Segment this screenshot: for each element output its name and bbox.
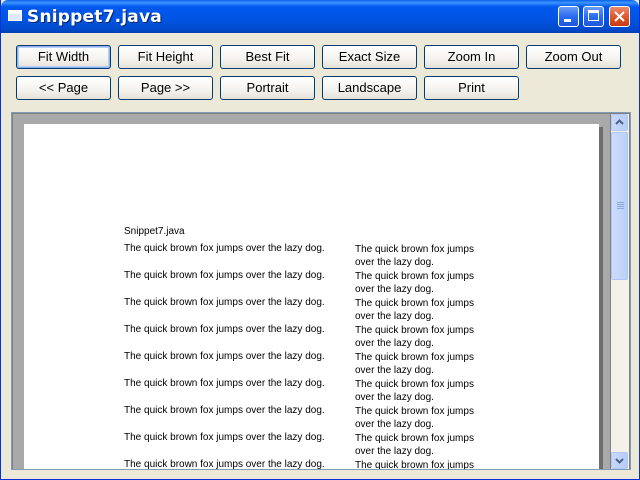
document-line-right: The quick brown fox jumps over the lazy d… <box>355 297 490 323</box>
zoom-out-button[interactable]: Zoom Out <box>526 45 621 69</box>
minimize-button[interactable] <box>558 6 579 27</box>
document-line-right-first: The quick brown fox jumps <box>355 244 474 255</box>
app-window: Snippet7.java Fit Width Fit Height Best … <box>0 0 640 480</box>
window-title: Snippet7.java <box>27 7 162 27</box>
document-line-right-first: The quick brown fox jumps <box>355 352 474 363</box>
best-fit-button[interactable]: Best Fit <box>220 45 315 69</box>
document-line-left: The quick brown fox jumps over the lazy … <box>124 432 325 443</box>
document-line-right-first: The quick brown fox jumps <box>355 379 474 390</box>
chevron-up-icon <box>615 119 624 125</box>
document-line-left: The quick brown fox jumps over the lazy … <box>124 243 325 254</box>
document-line-right-first: The quick brown fox jumps <box>355 298 474 309</box>
document-line-right-second: over the lazy dog. <box>355 365 434 376</box>
grip-line <box>617 204 624 205</box>
close-icon <box>614 11 625 22</box>
document-line-right-second: over the lazy dog. <box>355 419 434 430</box>
document-line-left: The quick brown fox jumps over the lazy … <box>124 351 325 362</box>
document-line-left: The quick brown fox jumps over the lazy … <box>124 270 325 281</box>
scroll-up-button[interactable] <box>611 114 628 131</box>
scroll-thumb[interactable] <box>611 132 628 280</box>
window-icon <box>8 10 22 21</box>
document-line-right-second: over the lazy dog. <box>355 446 434 457</box>
document-line-right-second: over the lazy dog. <box>355 257 434 268</box>
document-line-left: The quick brown fox jumps over the lazy … <box>124 324 325 335</box>
document-line-right-first: The quick brown fox jumps <box>355 271 474 282</box>
preview-canvas: Snippet7.java The quick brown fox jumps … <box>13 114 610 470</box>
document-line-right-second: over the lazy dog. <box>355 311 434 322</box>
document-line-right-first: The quick brown fox jumps <box>355 460 474 470</box>
scroll-down-button[interactable] <box>611 452 628 469</box>
document-line-right-second: over the lazy dog. <box>355 284 434 295</box>
document-line-right-second: over the lazy dog. <box>355 392 434 403</box>
document-line-right: The quick brown fox jumps over the lazy d… <box>355 243 490 269</box>
document-line-right-second: over the lazy dog. <box>355 338 434 349</box>
document-line-right-first: The quick brown fox jumps <box>355 406 474 417</box>
document-line-right: The quick brown fox jumps over the lazy d… <box>355 270 490 296</box>
document-line-right: The quick brown fox jumpsover the lazy d… <box>355 459 490 470</box>
document-line-left: The quick brown fox jumps over the lazy … <box>124 405 325 416</box>
print-button[interactable]: Print <box>424 76 519 100</box>
document-line-left: The quick brown fox jumps over the lazy … <box>124 297 325 308</box>
preview-viewport[interactable]: Snippet7.java The quick brown fox jumps … <box>11 112 631 470</box>
preview-page: Snippet7.java The quick brown fox jumps … <box>24 124 599 470</box>
chevron-down-icon <box>615 458 624 464</box>
document-line-right: The quick brown fox jumps over the lazy d… <box>355 405 490 431</box>
maximize-button[interactable] <box>583 6 604 27</box>
grip-line <box>617 206 624 207</box>
next-page-button[interactable]: Page >> <box>118 76 213 100</box>
portrait-button[interactable]: Portrait <box>220 76 315 100</box>
document-line-right: The quick brown fox jumps over the lazy d… <box>355 432 490 458</box>
document-line-left: The quick brown fox jumps over the lazy … <box>124 459 325 470</box>
document-line-left: The quick brown fox jumps over the lazy … <box>124 378 325 389</box>
fit-width-button[interactable]: Fit Width <box>16 45 111 69</box>
document-line-right: The quick brown fox jumps over the lazy d… <box>355 378 490 404</box>
document-line-right-first: The quick brown fox jumps <box>355 433 474 444</box>
close-button[interactable] <box>609 6 630 27</box>
zoom-in-button[interactable]: Zoom In <box>424 45 519 69</box>
previous-page-button[interactable]: << Page <box>16 76 111 100</box>
fit-height-button[interactable]: Fit Height <box>118 45 213 69</box>
title-bar[interactable]: Snippet7.java <box>1 0 639 33</box>
vertical-scrollbar[interactable] <box>611 114 629 469</box>
document-line-right-first: The quick brown fox jumps <box>355 325 474 336</box>
grip-line <box>617 202 624 203</box>
document-title: Snippet7.java <box>124 226 185 237</box>
exact-size-button[interactable]: Exact Size <box>322 45 417 69</box>
document-line-right: The quick brown fox jumps over the lazy d… <box>355 324 490 350</box>
landscape-button[interactable]: Landscape <box>322 76 417 100</box>
grip-line <box>617 208 624 209</box>
document-line-right: The quick brown fox jumps over the lazy d… <box>355 351 490 377</box>
